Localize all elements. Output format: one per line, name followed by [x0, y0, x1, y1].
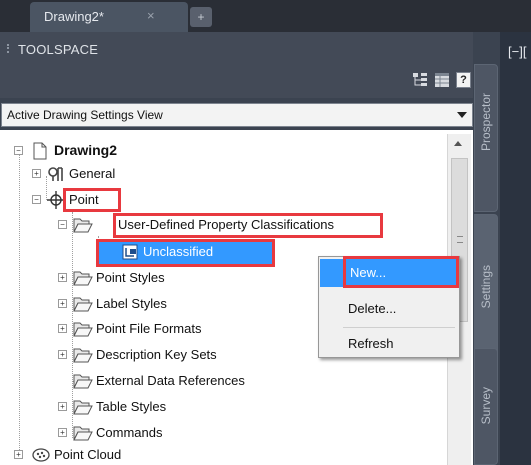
- tab-prospector[interactable]: Prospector: [474, 64, 498, 212]
- collapse-toggle-icon[interactable]: −: [14, 146, 23, 155]
- tree-node-label: Table Styles: [96, 399, 167, 414]
- tab-prospector-label: Prospector: [479, 93, 493, 152]
- toolspace-title: TOOLSPACE: [18, 42, 99, 57]
- help-button[interactable]: ?: [456, 72, 471, 88]
- expand-toggle-icon[interactable]: +: [58, 299, 67, 308]
- tree-node-label: General: [69, 166, 116, 181]
- point-cloud-icon: [32, 448, 50, 462]
- annotation-highlight: [343, 256, 459, 288]
- menu-separator: [343, 327, 455, 328]
- expand-toggle-icon[interactable]: +: [58, 402, 67, 411]
- scroll-grip-icon: [457, 236, 463, 243]
- document-tab-strip: Drawing2* × +: [0, 0, 531, 32]
- annotation-highlight: [113, 213, 383, 238]
- collapse-toggle-icon[interactable]: −: [58, 220, 67, 229]
- toolspace-header[interactable]: TOOLSPACE: [0, 32, 473, 64]
- menu-item-delete[interactable]: Delete...: [320, 295, 458, 323]
- tree-node-point-cloud[interactable]: + Point Cloud: [0, 444, 440, 465]
- drag-grip-icon[interactable]: [7, 44, 11, 53]
- new-tab-button[interactable]: +: [190, 7, 212, 27]
- civil3d-window: Drawing2* × + TOOLSPACE ? Active Drawing…: [0, 0, 531, 465]
- view-selector-value: Active Drawing Settings View: [7, 108, 163, 122]
- toolspace-side-tabs: Prospector Settings Survey: [474, 64, 500, 465]
- tree-node-label: Drawing2: [54, 142, 118, 158]
- expand-toggle-icon[interactable]: +: [58, 350, 67, 359]
- tab-survey[interactable]: Survey: [474, 348, 498, 465]
- annotation-highlight: [63, 188, 121, 212]
- tab-drawing2-label: Drawing2*: [44, 9, 104, 24]
- folder-open-icon: [73, 297, 93, 312]
- expand-toggle-icon[interactable]: +: [58, 428, 67, 437]
- tree-node-external-data-references[interactable]: External Data References: [0, 370, 440, 392]
- folder-open-icon: [73, 218, 93, 233]
- tree-node-label: Label Styles: [96, 296, 167, 311]
- tree-node-table-styles[interactable]: + Table Styles: [0, 396, 440, 418]
- tree-node-label: Description Key Sets: [96, 347, 217, 362]
- tree-node-label: Point Cloud: [54, 447, 122, 462]
- item-view-icon[interactable]: [412, 72, 428, 88]
- tab-survey-label: Survey: [479, 387, 493, 425]
- menu-item-label: Delete...: [348, 301, 397, 316]
- expand-toggle-icon[interactable]: +: [14, 450, 23, 459]
- tree-node-commands[interactable]: + Commands: [0, 422, 440, 444]
- grid-view-icon[interactable]: [434, 72, 450, 88]
- menu-item-label: Refresh: [348, 336, 394, 351]
- expand-toggle-icon[interactable]: +: [32, 169, 41, 178]
- tree-node-drawing2[interactable]: − Drawing2: [0, 140, 440, 162]
- general-settings-icon: [48, 167, 63, 181]
- tab-drawing2[interactable]: Drawing2* ×: [30, 2, 188, 32]
- tree-node-label: Commands: [96, 425, 163, 440]
- drawing-icon: [33, 142, 47, 160]
- menu-item-refresh[interactable]: Refresh: [320, 330, 458, 358]
- folder-open-icon: [73, 348, 93, 363]
- tree-node-label: Point Styles: [96, 270, 165, 285]
- drawing-canvas[interactable]: [−][: [500, 32, 531, 465]
- folder-open-icon: [73, 374, 93, 389]
- scroll-up-arrow-icon[interactable]: [454, 141, 462, 146]
- folder-open-icon: [73, 271, 93, 286]
- tab-settings-label: Settings: [479, 265, 493, 309]
- chevron-down-icon[interactable]: [457, 112, 467, 118]
- annotation-highlight: [96, 239, 275, 267]
- close-tab-icon[interactable]: ×: [147, 8, 155, 23]
- tree-node-label: Point File Formats: [96, 321, 202, 336]
- expand-toggle-icon[interactable]: +: [58, 273, 67, 282]
- view-selector[interactable]: Active Drawing Settings View: [1, 103, 473, 127]
- folder-open-icon: [73, 426, 93, 441]
- folder-open-icon: [73, 322, 93, 337]
- tree-node-general[interactable]: + General: [0, 163, 440, 185]
- viewport-controls-label[interactable]: [−][: [508, 44, 526, 59]
- toolspace-toolbar: ?: [0, 64, 473, 98]
- collapse-toggle-icon[interactable]: −: [32, 195, 41, 204]
- expand-toggle-icon[interactable]: +: [58, 324, 67, 333]
- folder-open-icon: [73, 400, 93, 415]
- tree-node-label: External Data References: [96, 373, 245, 388]
